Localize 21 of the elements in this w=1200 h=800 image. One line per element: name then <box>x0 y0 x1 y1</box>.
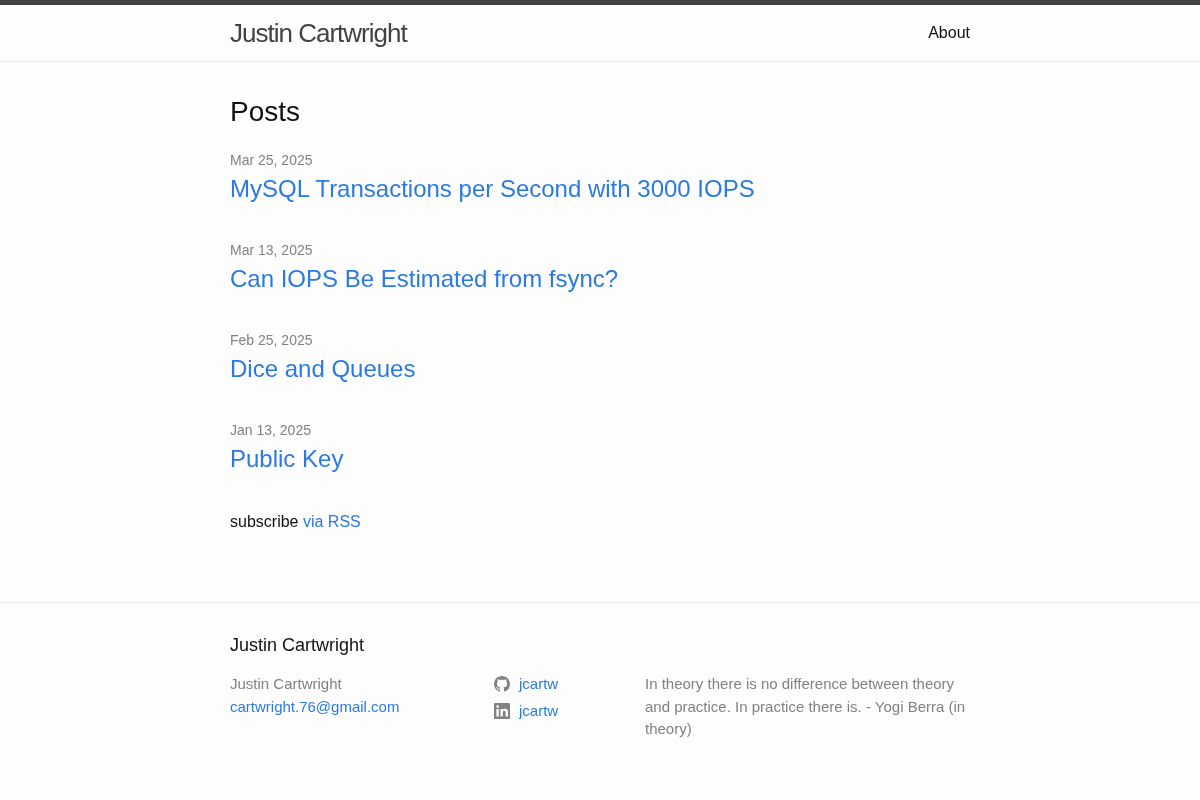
post-date: Mar 25, 2025 <box>230 151 313 170</box>
github-icon <box>494 676 510 693</box>
social-link[interactable]: jcartw <box>519 673 559 696</box>
email-link[interactable]: cartwright.76@gmail.com <box>230 695 400 718</box>
nav-link[interactable]: About <box>928 21 970 45</box>
subscribe-text: subscribe via RSS <box>230 512 361 532</box>
author-name: Justin Cartwright <box>230 674 342 694</box>
post-title-link[interactable]: MySQL Transactions per Second with 3000 IOPS <box>230 171 755 207</box>
page-heading: Posts <box>230 95 302 129</box>
rss-link[interactable]: via RSS <box>302 513 361 530</box>
post-title-link[interactable]: Can IOPS Be Estimated from fsync? <box>230 261 619 297</box>
site-title[interactable]: Justin Cartwright <box>230 6 407 60</box>
post-date: Jan 13, 2025 <box>230 421 311 440</box>
linkedin-icon <box>494 703 510 720</box>
post-date: Feb 25, 2025 <box>230 331 313 350</box>
post-date: Mar 13, 2025 <box>230 241 313 260</box>
social-link[interactable]: jcartw <box>519 700 559 723</box>
post-title-link[interactable]: Public Key <box>230 441 344 477</box>
site-description: In theory there is no difference between theory and practice. In practice there is. - Yogi Berra (in theory) <box>645 674 967 739</box>
footer-heading: Justin Cartwright <box>230 634 366 657</box>
post-title-link[interactable]: Dice and Queues <box>230 351 416 387</box>
